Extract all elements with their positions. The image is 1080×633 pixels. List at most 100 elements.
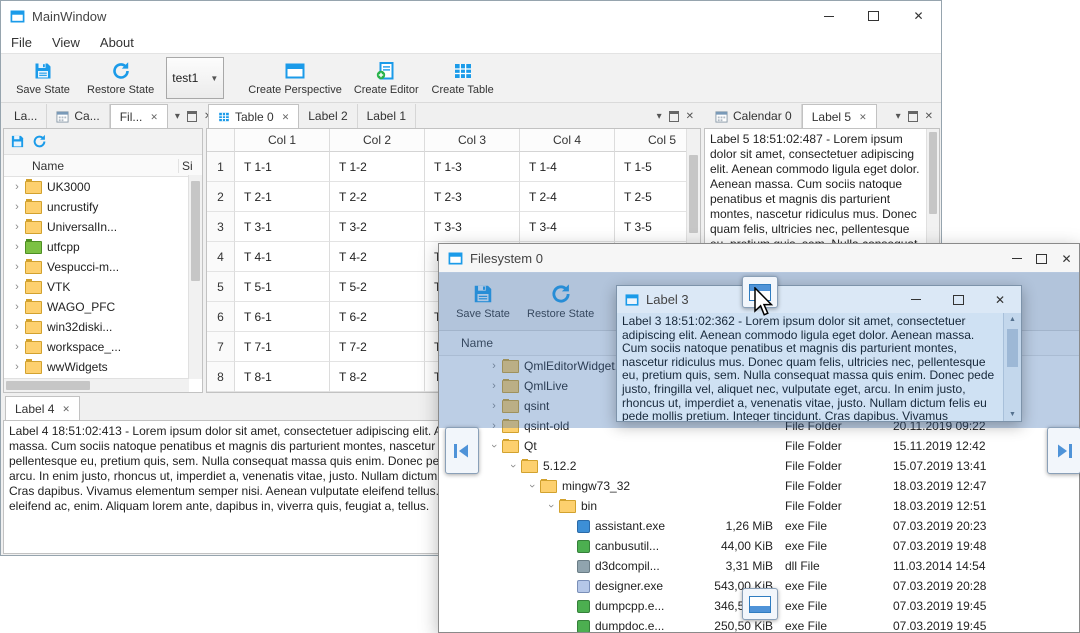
chevron-expanded-icon[interactable]: › — [488, 439, 500, 453]
table-cell[interactable]: T 3-3 — [425, 212, 520, 242]
tab-calendar-0[interactable]: Calendar 0 — [706, 104, 802, 128]
tab-filesystem-1[interactable]: Fil... ✕ — [109, 104, 168, 129]
table-cell[interactable]: T 2-1 — [235, 182, 330, 212]
table-cell[interactable]: T 2-5 — [615, 182, 687, 212]
table-cell[interactable]: T 3-4 — [520, 212, 615, 242]
table-cell[interactable]: T 3-5 — [615, 212, 687, 242]
tab-calendar-1[interactable]: Ca... — [47, 104, 110, 128]
row-number[interactable]: 3 — [207, 212, 235, 242]
perspective-combo[interactable]: test1 ▼ — [166, 57, 225, 99]
scrollbar-thumb[interactable] — [6, 381, 90, 390]
tab-label-0[interactable]: La... — [5, 104, 48, 128]
detach-icon[interactable] — [907, 110, 918, 122]
tree-item[interactable]: › utfcpp — [4, 237, 202, 257]
row-number[interactable]: 6 — [207, 302, 235, 332]
row-number[interactable]: 7 — [207, 332, 235, 362]
column-header[interactable]: Col 3 — [425, 129, 520, 152]
table-cell[interactable]: T 1-4 — [520, 152, 615, 182]
fs-tree-row[interactable]: › mingw73_32 File Folder 18.03.2019 12:47 — [439, 476, 1079, 496]
tree-item[interactable]: › win32diski... — [4, 317, 202, 337]
chevron-expanded-icon[interactable]: › — [507, 459, 519, 473]
scroll-up-icon[interactable]: ▲ — [1004, 316, 1021, 323]
chevron-collapsed-icon[interactable]: › — [10, 281, 24, 293]
scrollbar-thumb[interactable] — [191, 181, 200, 281]
table-cell[interactable]: T 7-2 — [330, 332, 425, 362]
table-cell[interactable]: T 5-2 — [330, 272, 425, 302]
tree-item[interactable]: › VTK — [4, 277, 202, 297]
column-header[interactable]: Col 5 — [615, 129, 687, 152]
table-cell[interactable]: T 6-1 — [235, 302, 330, 332]
restore-state-button[interactable]: Restore State — [81, 55, 160, 101]
fs-tree-row[interactable]: canbusutil... 44,00 KiB exe File 07.03.2019… — [439, 536, 1079, 556]
dock-indicator-left[interactable] — [445, 427, 479, 474]
table-cell[interactable]: T 8-1 — [235, 362, 330, 392]
close-button[interactable]: ✕ — [1054, 244, 1079, 273]
chevron-collapsed-icon[interactable]: › — [10, 321, 24, 333]
table-cell[interactable]: T 2-2 — [330, 182, 425, 212]
scrollbar-thumb[interactable] — [689, 155, 698, 233]
table-cell[interactable]: T 8-2 — [330, 362, 425, 392]
table-cell[interactable]: T 1-5 — [615, 152, 687, 182]
table-cell[interactable]: T 1-2 — [330, 152, 425, 182]
dock-indicator-right[interactable] — [1047, 427, 1080, 474]
fs-tree-row[interactable]: › Qt File Folder 15.11.2019 12:42 — [439, 436, 1079, 456]
close-icon[interactable]: ✕ — [859, 112, 867, 123]
column-header[interactable]: Col 2 — [330, 129, 425, 152]
fs-tree-row[interactable]: assistant.exe 1,26 MiB exe File 07.03.2019 … — [439, 516, 1079, 536]
label3-titlebar[interactable]: Label 3 ✕ — [617, 286, 1021, 313]
table-cell[interactable]: T 4-2 — [330, 242, 425, 272]
scroll-down-icon[interactable]: ▼ — [1004, 411, 1021, 418]
chevron-collapsed-icon[interactable]: › — [10, 301, 24, 313]
tab-menu-icon[interactable]: ▾ — [657, 111, 662, 122]
fs-tree-row[interactable]: › bin File Folder 18.03.2019 12:51 — [439, 496, 1079, 516]
tree-item[interactable]: › Vespucci-m... — [4, 257, 202, 277]
minimize-button[interactable] — [1004, 244, 1029, 273]
tree-item[interactable]: › WAGO_PFC — [4, 297, 202, 317]
menu-file[interactable]: File — [1, 31, 42, 53]
row-number[interactable]: 1 — [207, 152, 235, 182]
tree-item[interactable]: › UK3000 — [4, 177, 202, 197]
tree-item[interactable]: › workspace_... — [4, 337, 202, 357]
tab-label-5[interactable]: Label 5 ✕ — [801, 104, 877, 129]
table-cell[interactable]: T 2-4 — [520, 182, 615, 212]
detach-icon[interactable] — [668, 110, 679, 122]
main-titlebar[interactable]: MainWindow ✕ — [1, 1, 941, 31]
close-icon[interactable]: ✕ — [686, 111, 694, 122]
menu-about[interactable]: About — [90, 31, 144, 53]
chevron-collapsed-icon[interactable]: › — [10, 221, 24, 233]
tab-menu-icon[interactable]: ▾ — [896, 111, 901, 122]
chevron-collapsed-icon[interactable]: › — [10, 261, 24, 273]
dock-indicator-bottom[interactable] — [742, 588, 778, 620]
tab-label-1[interactable]: Label 1 — [358, 104, 416, 128]
row-number[interactable]: 4 — [207, 242, 235, 272]
tree-item[interactable]: › UniversalIn... — [4, 217, 202, 237]
size-column-header[interactable]: Si — [178, 158, 202, 173]
create-table-button[interactable]: Create Table — [425, 55, 501, 101]
name-column-header[interactable]: Name — [4, 159, 178, 173]
table-cell[interactable]: T 7-1 — [235, 332, 330, 362]
table-cell[interactable]: T 4-1 — [235, 242, 330, 272]
row-number[interactable]: 5 — [207, 272, 235, 302]
tab-menu-icon[interactable]: ▾ — [175, 111, 180, 122]
table-cell[interactable]: T 6-2 — [330, 302, 425, 332]
label3-window[interactable]: Label 3 ✕ Label 3 18:51:02:362 - Lorem i… — [616, 285, 1022, 422]
tab-label-2[interactable]: Label 2 — [299, 104, 358, 128]
table-cell[interactable]: T 1-3 — [425, 152, 520, 182]
column-header[interactable]: Col 4 — [520, 129, 615, 152]
tab-label-4[interactable]: Label 4 ✕ — [5, 396, 80, 421]
detach-icon[interactable] — [186, 110, 197, 122]
close-icon[interactable]: ✕ — [150, 112, 158, 123]
table-cell[interactable]: T 3-2 — [330, 212, 425, 242]
close-button[interactable]: ✕ — [979, 286, 1021, 313]
chevron-expanded-icon[interactable]: › — [526, 479, 538, 493]
chevron-collapsed-icon[interactable]: › — [10, 201, 24, 213]
scrollbar-thumb[interactable] — [929, 132, 937, 214]
maximize-button[interactable] — [937, 286, 979, 313]
table-cell[interactable]: T 1-1 — [235, 152, 330, 182]
row-number[interactable]: 8 — [207, 362, 235, 392]
scrollbar-thumb[interactable] — [1007, 329, 1018, 367]
chevron-collapsed-icon[interactable]: › — [10, 241, 24, 253]
column-header[interactable]: Col 1 — [235, 129, 330, 152]
horizontal-scrollbar[interactable] — [4, 378, 189, 392]
row-number[interactable]: 2 — [207, 182, 235, 212]
